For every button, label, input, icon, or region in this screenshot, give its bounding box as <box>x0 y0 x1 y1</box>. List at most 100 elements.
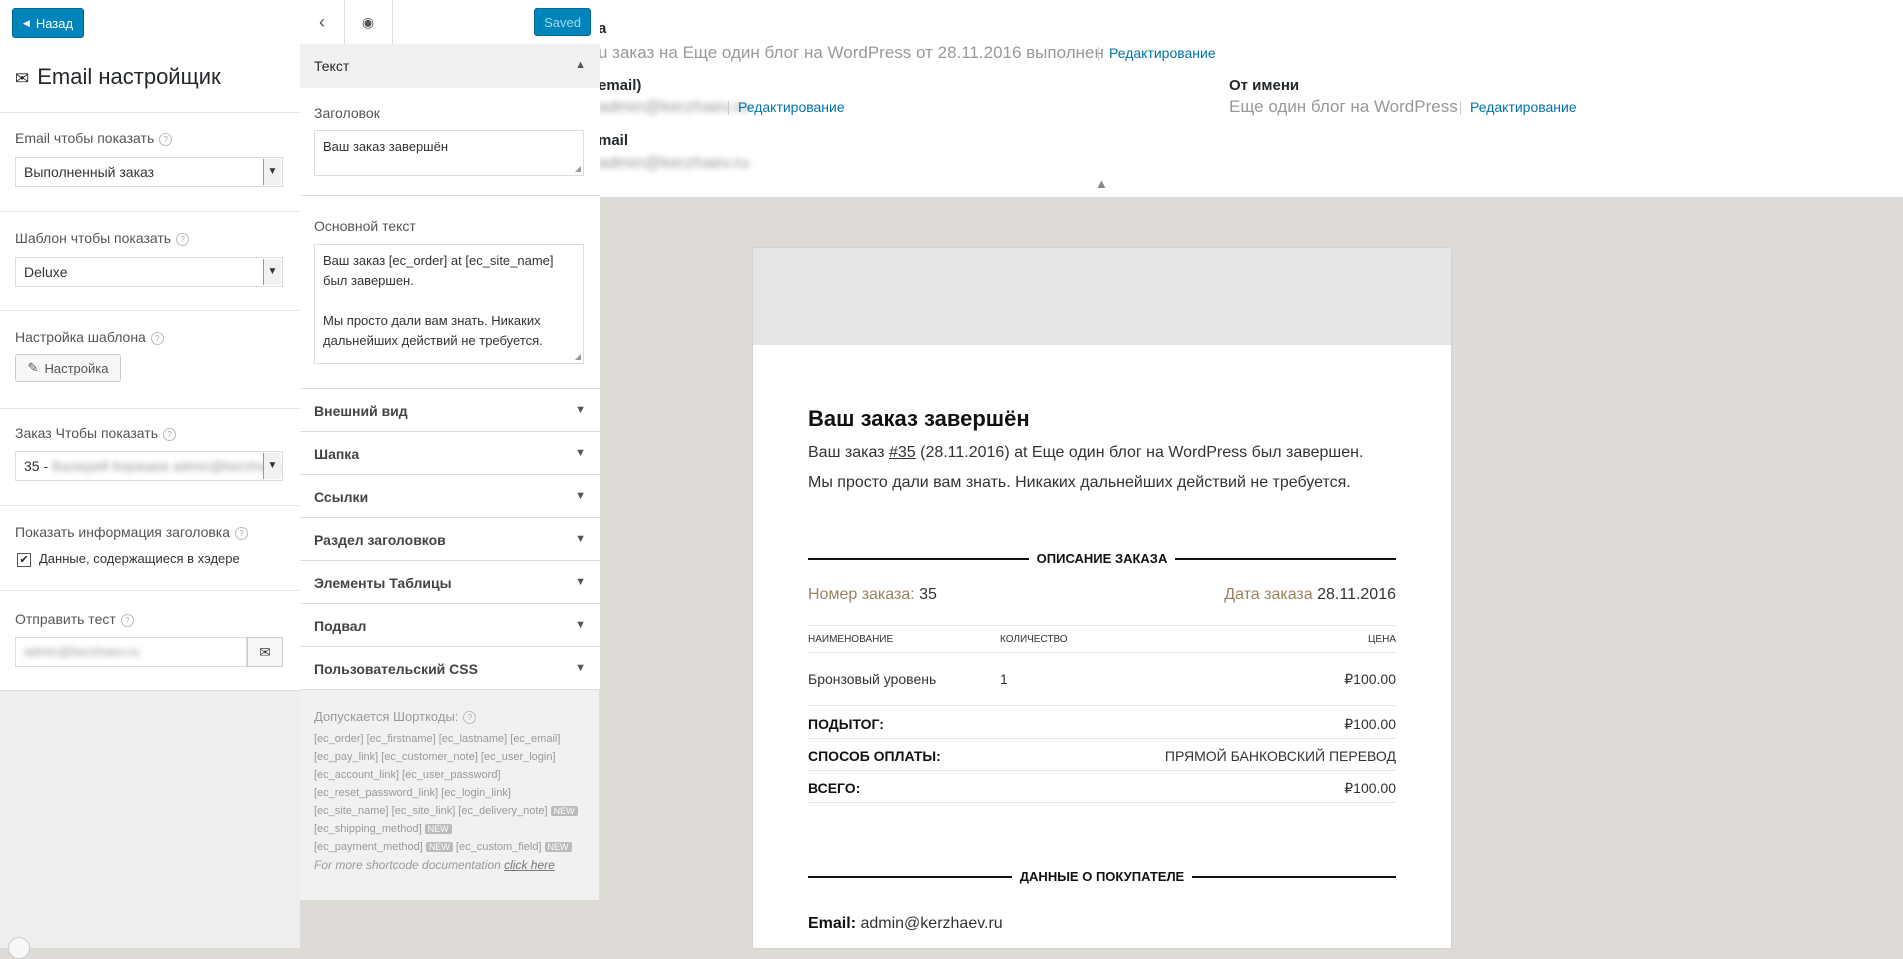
from-email-edit-link[interactable]: Редактирование <box>738 99 845 115</box>
customizer-controls: ◀ Назад ✉ Email настройщик Email чтобы по… <box>0 0 301 959</box>
template-settings-button[interactable]: ✎ Настройка <box>15 354 121 382</box>
collapse-arrow-icon[interactable]: ▲ <box>1095 176 1108 191</box>
section-appearance[interactable]: Внешний вид ▼ <box>300 389 600 432</box>
help-icon[interactable]: ? <box>163 427 176 441</box>
prev-button[interactable]: ‹ <box>300 0 345 44</box>
divider <box>808 738 1396 739</box>
help-icon[interactable]: ? <box>463 711 477 725</box>
from-email-label: email) <box>598 77 642 94</box>
pencil-icon: ✎ <box>27 360 39 375</box>
chevron-down-icon[interactable]: ▼ <box>263 159 281 185</box>
resize-handle-icon[interactable]: ◢ <box>575 353 581 361</box>
caret-up-icon: ▲ <box>575 59 586 71</box>
section-links[interactable]: Ссылки ▼ <box>300 475 600 518</box>
email-heading: Ваш заказ завершён <box>808 406 1030 431</box>
chevron-down-icon[interactable]: ▼ <box>263 259 281 285</box>
new-badge: NEW <box>424 824 452 834</box>
order-number: Номер заказа: 35 <box>808 586 937 604</box>
back-button[interactable]: ◀ Назад <box>12 8 84 38</box>
send-test-button[interactable]: ✉ <box>247 637 283 667</box>
help-icon[interactable]: ? <box>176 232 190 246</box>
caret-down-icon: ▼ <box>575 576 586 588</box>
title-text: Email настройщик <box>37 64 221 89</box>
body-field[interactable]: Ваш заказ [ec_order] at [ec_site_name] б… <box>314 244 584 364</box>
shortcode-doc-link[interactable]: click here <box>504 858 555 872</box>
email-select-value: Выполненный заказ <box>24 164 155 180</box>
from-name-value: Еще один блог на WordPress <box>1229 97 1458 116</box>
controls-area <box>0 0 300 691</box>
customer-section-title: ДАННЫЕ О ПОКУПАТЕЛЕ <box>808 869 1397 884</box>
order-section-title: ОПИСАНИЕ ЗАКАЗА <box>808 551 1396 566</box>
chevron-down-icon[interactable]: ▼ <box>263 453 281 479</box>
help-icon[interactable]: ? <box>120 613 134 627</box>
section-header[interactable]: Шапка ▼ <box>300 432 600 475</box>
back-label: Назад <box>35 15 74 31</box>
header-info-checkbox-label[interactable]: Данные, содержащиеся в хэдере <box>39 551 240 566</box>
shortcode-doc-note: For more shortcode documentation click h… <box>314 858 555 872</box>
caret-down-icon: ▼ <box>575 619 586 631</box>
payment-value: ПРЯМОЙ БАНКОВСКИЙ ПЕРЕВОД <box>1164 748 1396 764</box>
separator <box>728 101 729 115</box>
new-badge: NEW <box>550 806 578 816</box>
item-name: Бронзовый уровень <box>808 671 937 687</box>
envelope-icon: ✉ <box>15 69 30 88</box>
header-info-checkbox[interactable]: ✔ <box>17 553 31 567</box>
section-table-elements[interactable]: Элементы Таблицы ▼ <box>300 561 600 604</box>
content-editor-panel: ‹ ◉ Saved Текст ▲ Заголовок Ваш заказ за… <box>300 0 600 900</box>
from-name-edit-link[interactable]: Редактирование <box>1470 99 1577 115</box>
caret-down-icon: ▼ <box>575 662 586 674</box>
section-divider <box>0 310 300 311</box>
order-select[interactable]: 35 - Валерий Кержаев admin@kerzhaev.ru ▼ <box>15 451 283 481</box>
recipient-label: mail <box>598 132 629 149</box>
heading-field[interactable]: Ваш заказ завершён ◢ <box>314 130 584 176</box>
send-test-label: Отправить тест? <box>15 611 134 627</box>
header-info-label: Показать информация заголовка? <box>15 524 249 540</box>
section-footer[interactable]: Подвал ▼ <box>300 604 600 647</box>
email-select-label: Email чтобы показать? <box>15 130 173 146</box>
email-select[interactable]: Выполненный заказ ▼ <box>15 157 283 187</box>
body-line <box>323 291 575 311</box>
editor-toolbar: ‹ ◉ Saved <box>300 0 600 45</box>
heading-field-value: Ваш заказ завершён <box>323 139 449 154</box>
order-select-customer: Валерий Кержаев admin@kerzhaev.ru <box>52 458 283 474</box>
customer-email: Email: admin@kerzhaev.ru <box>808 915 1003 933</box>
customer-email-label: Email: <box>808 915 857 932</box>
email-preview: Ваш заказ завершён Ваш заказ #35 (28.11.… <box>753 248 1451 948</box>
divider <box>300 195 600 196</box>
help-icon[interactable]: ? <box>150 331 164 345</box>
body-line: Ваш заказ [ec_order] at [ec_site_name] <box>323 253 554 268</box>
caret-down-icon: ▼ <box>575 404 586 416</box>
text-section-title: Текст <box>314 58 350 74</box>
section-headings[interactable]: Раздел заголовков ▼ <box>300 518 600 561</box>
subject-edit-link[interactable]: Редактирование <box>1109 45 1216 61</box>
order-link[interactable]: #35 <box>889 444 916 461</box>
body-line: Мы просто дали вам знать. Никаких <box>323 313 541 328</box>
template-settings-label: Настройка шаблона? <box>15 329 164 345</box>
order-date-value: 28.11.2016 <box>1317 586 1396 603</box>
col-header-name: НАИМЕНОВАНИЕ <box>808 634 894 645</box>
section-divider <box>0 211 300 212</box>
test-email-input[interactable]: admin@kerzhaev.ru <box>15 637 247 667</box>
preview-toggle-button[interactable]: ◉ <box>344 0 393 44</box>
help-icon[interactable]: ? <box>235 526 249 540</box>
shortcode-line: [ec_pay_link] [ec_customer_note] [ec_use… <box>314 751 556 763</box>
caret-down-icon: ▼ <box>575 447 586 459</box>
section-divider <box>0 590 300 591</box>
saved-button[interactable]: Saved <box>534 8 591 36</box>
chat-bubble-icon[interactable] <box>8 937 30 959</box>
section-custom-css[interactable]: Пользовательский CSS ▼ <box>300 647 600 690</box>
template-select-label: Шаблон чтобы показать? <box>15 230 190 246</box>
caret-left-icon: ◀ <box>22 17 30 28</box>
customer-email-value: admin@kerzhaev.ru <box>860 915 1003 932</box>
order-select-label: Заказ Чтобы показать? <box>15 425 176 441</box>
template-select[interactable]: Deluxe ▼ <box>15 257 283 287</box>
total-label: ВСЕГО: <box>808 780 861 796</box>
body-line: дальнейших действий не требуется. <box>323 333 543 348</box>
settings-button-label: Настройка <box>44 360 109 376</box>
help-icon[interactable]: ? <box>159 132 173 146</box>
resize-handle-icon[interactable]: ◢ <box>575 165 581 173</box>
item-price: ₽100.00 <box>1344 671 1396 687</box>
shortcodes-list: [ec_order] [ec_firstname] [ec_lastname] … <box>314 730 590 856</box>
email-header-area <box>753 248 1451 345</box>
text-section-header[interactable]: Текст ▲ <box>300 44 600 89</box>
